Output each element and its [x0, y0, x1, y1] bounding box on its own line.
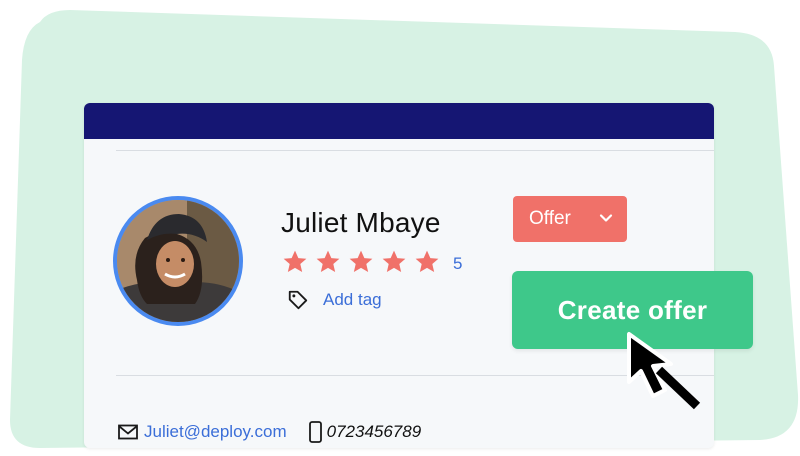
phone-number: 0723456789: [326, 422, 422, 441]
email-link[interactable]: Juliet@deploy.com: [144, 422, 287, 442]
star-icon: [283, 250, 307, 272]
star-rating: 5: [282, 249, 462, 275]
star-icon: [382, 250, 406, 272]
profile-name: Juliet Mbaye: [281, 207, 441, 238]
phone-icon: [308, 421, 322, 443]
star-icon: [349, 250, 373, 272]
mouse-pointer-icon: [627, 332, 701, 410]
rating-count[interactable]: 5: [453, 254, 462, 274]
divider: [116, 150, 714, 151]
offer-status-dropdown[interactable]: Offer: [513, 196, 627, 242]
star-icon: [316, 250, 340, 272]
mail-icon: [118, 424, 138, 440]
star-icon: [415, 250, 439, 272]
add-tag-link[interactable]: Add tag: [323, 290, 382, 310]
add-tag-row[interactable]: Add tag: [287, 289, 382, 311]
tag-icon: [288, 290, 308, 310]
chevron-down-icon: [599, 214, 613, 222]
avatar[interactable]: [113, 196, 243, 326]
offer-dropdown-value: Offer: [529, 208, 571, 229]
card-header-bar: [84, 103, 714, 139]
contact-row: Juliet@deploy.com 0723456789: [118, 421, 421, 443]
avatar-photo: [117, 200, 239, 322]
